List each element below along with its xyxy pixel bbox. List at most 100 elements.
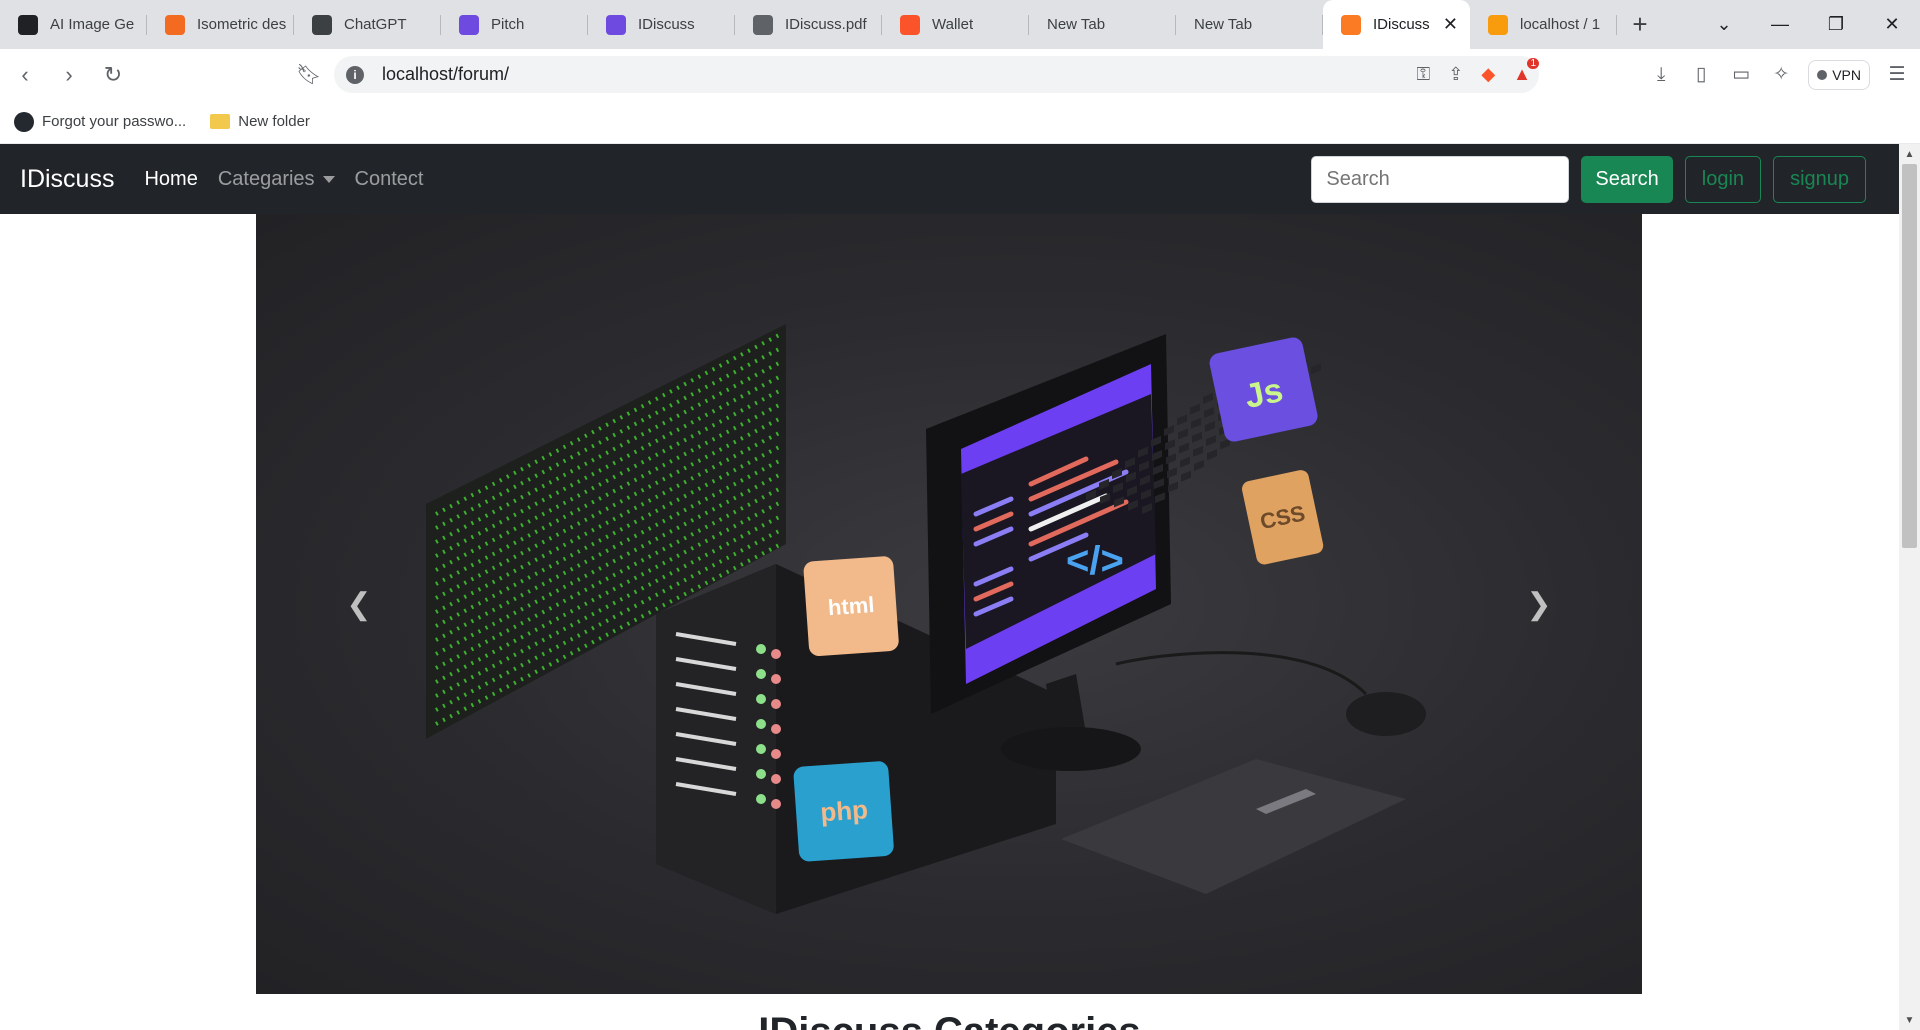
globe-icon [753,14,773,35]
scrollbar-thumb[interactable] [1902,164,1917,548]
section-heading: IDiscuss Categories [0,1010,1899,1030]
phpmyadmin-icon [1488,14,1508,35]
share-icon[interactable]: ⇪ [1448,64,1463,85]
vpn-button[interactable]: VPN [1808,59,1870,90]
login-button[interactable]: login [1684,156,1762,203]
address-bar[interactable]: i localhost/forum/ ⚿ ⇪ ◆ ▲ 1 [334,56,1539,93]
css-badge: CSS [1242,470,1324,565]
vpn-label: VPN [1832,66,1861,83]
tab-label: IDiscuss [1373,16,1430,33]
browser-tab[interactable]: Isometric des [147,0,294,49]
restore-icon[interactable]: ❐ [1808,0,1864,49]
site-brand[interactable]: IDiscuss [20,165,114,194]
window-controls: ⌄ — ❐ ✕ [1696,0,1920,49]
isometric-dev-illustration: </> Js CSS html php [426,324,1426,914]
js-badge: Js [1209,337,1318,442]
php-label: php [819,794,869,827]
tab-label: localhost / 1 [1520,16,1601,33]
browser-tab[interactable]: Pitch [441,0,588,49]
browser-toolbar: ‹ › ↻ 🔖︎ i localhost/forum/ ⚿ ⇪ ◆ ▲ 1 ⤓ ▯… [0,49,1920,100]
nav-home[interactable]: Home [144,168,197,191]
tab-label: New Tab [1194,16,1253,33]
html-label: html [827,592,875,620]
nav-contact[interactable]: Contect [355,168,424,191]
carousel-next-icon[interactable]: ❯ [1519,584,1559,624]
chatgpt-icon [312,14,332,35]
browser-tab[interactable]: IDiscuss [588,0,735,49]
js-label: Js [1241,371,1286,416]
code-glyph-icon: </> [1066,539,1124,583]
search-input[interactable] [1311,156,1570,203]
nav-categories-dropdown[interactable]: Categaries [218,168,335,191]
bookmark-label: Forgot your passwo... [42,113,187,130]
download-icon[interactable]: ⤓ [1648,64,1674,86]
carousel-prev-icon[interactable]: ❮ [339,584,379,624]
bookmark-icon[interactable]: 🔖︎ [296,62,321,87]
browser-tab[interactable]: IDiscuss.pdf [735,0,882,49]
scroll-down-icon[interactable]: ▼ [1899,1012,1920,1028]
tab-label: IDiscuss.pdf [785,16,867,33]
pitch-icon [606,14,626,35]
bookmark-forgot-password[interactable]: Forgot your passwo... [14,111,187,132]
reload-icon[interactable]: ↻ [94,56,132,94]
xampp-icon [1341,14,1361,35]
mouse [1346,692,1426,736]
tab-separator [1616,15,1617,35]
vpn-status-icon [1817,69,1828,80]
hero-carousel: </> Js CSS html php ❮ ❯ [256,214,1642,994]
brave-icon [900,14,920,35]
site-navbar: IDiscuss Home Categaries Contect Search … [0,144,1899,214]
tab-label: Pitch [491,16,525,33]
close-tab-icon[interactable]: ✕ [1443,14,1458,35]
brave-shields-icon[interactable]: ◆ [1481,64,1495,85]
scroll-up-icon[interactable]: ▲ [1899,146,1920,162]
tab-search-chevron-icon[interactable]: ⌄ [1696,0,1752,49]
github-icon [14,111,34,132]
brave-rewards-icon[interactable]: ▲ 1 [1513,58,1539,85]
page-viewport: IDiscuss Home Categaries Contect Search … [0,144,1899,1030]
tab-label: New Tab [1047,16,1106,33]
tab-label: Wallet [932,16,974,33]
new-tab-icon[interactable]: + [1617,0,1663,49]
bookmarks-bar: Forgot your passwo... New folder [0,100,1920,144]
tab-strip: AI Image Ge Isometric des ChatGPT Pitch IDis… [0,0,1920,49]
ai-image-icon [18,14,38,35]
close-window-icon[interactable]: ✕ [1864,0,1920,49]
pitch-icon [459,14,479,35]
php-badge: php [793,761,894,862]
url-text[interactable]: localhost/forum/ [382,64,509,85]
browser-tab[interactable]: ChatGPT [294,0,441,49]
browser-tab[interactable]: localhost / 1 [1470,0,1617,49]
browser-tab[interactable]: New Tab [1176,0,1323,49]
minimize-icon[interactable]: — [1752,0,1808,49]
nav-links: Home Categaries Contect [144,168,423,191]
sidebar-icon[interactable]: ▯ [1688,63,1714,86]
bookmark-label: New folder [238,113,310,130]
tab-label: Isometric des [197,16,287,33]
search-button[interactable]: Search [1581,156,1673,203]
toolbar-right: ⤓ ▯ ▭ ✧ VPN ☰ [1648,56,1910,93]
browser-tab[interactable]: IDiscuss ✕ [1323,0,1470,49]
tab-label: IDiscuss [638,16,695,33]
wallet-icon[interactable]: ▭ [1728,63,1754,86]
html-badge: html [803,556,899,656]
page-scrollbar[interactable]: ▲ ▼ [1899,144,1920,1030]
browser-tab[interactable]: Wallet [882,0,1029,49]
site-info-icon[interactable]: i [346,65,364,84]
isometric-icon [165,14,185,35]
folder-icon [210,114,231,129]
browser-tab[interactable]: AI Image Ge [0,0,147,49]
bookmark-new-folder[interactable]: New folder [210,113,310,130]
forward-icon[interactable]: › [50,56,88,94]
tab-label: ChatGPT [344,16,407,33]
back-icon[interactable]: ‹ [6,56,44,94]
browser-tab[interactable]: New Tab [1029,0,1176,49]
nav-categories-label: Categaries [217,167,315,190]
nav-search-form: Search login signup [1311,156,1866,203]
rewards-count-badge: 1 [1527,58,1539,69]
menu-icon[interactable]: ☰ [1884,63,1910,86]
signup-button[interactable]: signup [1773,156,1866,203]
leo-ai-icon[interactable]: ✧ [1768,63,1794,86]
key-icon[interactable]: ⚿ [1417,64,1431,85]
caret-down-icon [322,175,335,183]
